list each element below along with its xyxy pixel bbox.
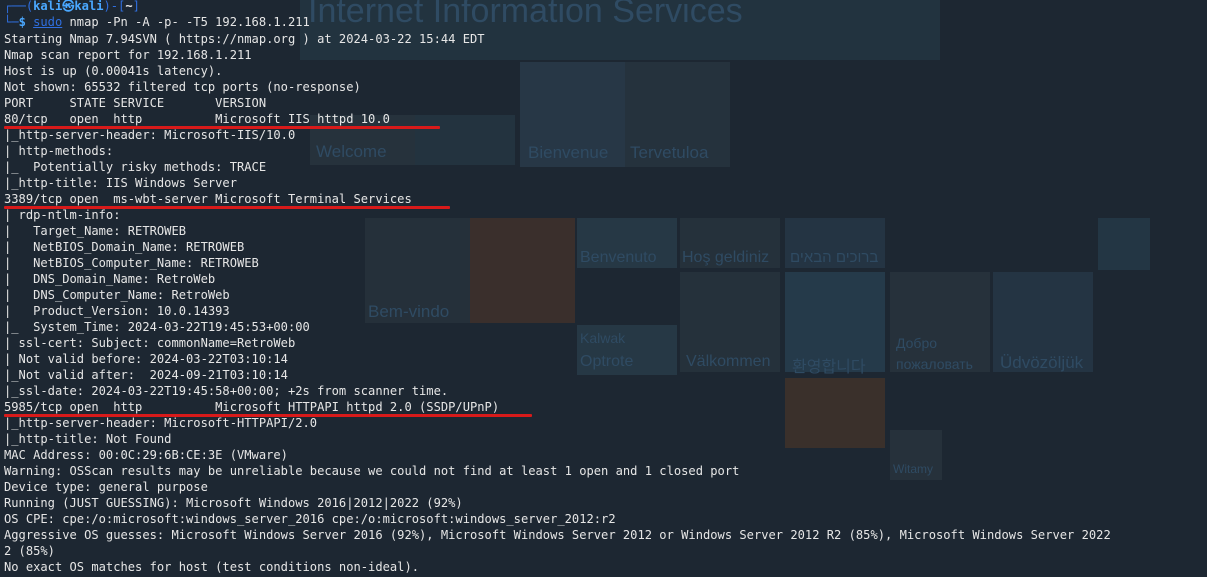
highlight-underline-port-5985 — [4, 414, 532, 417]
output-line: |_Not valid after: 2024-09-21T03:10:14 — [4, 368, 288, 382]
output-line: Not shown: 65532 filtered tcp ports (no-… — [4, 80, 361, 94]
output-line: | ssl-cert: Subject: commonName=RetroWeb — [4, 336, 296, 350]
output-line: PORT STATE SERVICE VERSION — [4, 96, 267, 110]
prompt-user: kali — [33, 0, 63, 13]
output-line: |_http-title: IIS Windows Server — [4, 176, 237, 190]
highlight-underline-port-80 — [4, 126, 440, 129]
output-line: |_http-server-header: Microsoft-IIS/10.0 — [4, 128, 296, 142]
terminal[interactable]: ┌──(kali㉿kali)-[~] └─$ sudo nmap -Pn -A … — [0, 0, 1207, 577]
output-line: 3389/tcp open ms-wbt-server Microsoft Te… — [4, 192, 412, 206]
output-line: Device type: general purpose — [4, 480, 208, 494]
output-line: Warning: OSScan results may be unreliabl… — [4, 464, 740, 478]
prompt-line-1: ┌──(kali㉿kali)-[~] — [4, 0, 140, 14]
output-line: 80/tcp open http Microsoft IIS httpd 10.… — [4, 112, 390, 126]
command-text[interactable]: nmap -Pn -A -p- -T5 192.168.1.211 — [70, 15, 310, 29]
output-line: |_ System_Time: 2024-03-22T19:45:53+00:0… — [4, 320, 310, 334]
output-line: 5985/tcp open http Microsoft HTTPAPI htt… — [4, 400, 500, 414]
output-line: |_ Potentially risky methods: TRACE — [4, 160, 267, 174]
prompt-at-symbol: ㉿ — [62, 0, 75, 13]
output-line: Aggressive OS guesses: Microsoft Windows… — [4, 528, 1111, 542]
prompt-corner-top: ┌── — [4, 0, 26, 13]
prompt-symbol: $ — [18, 15, 26, 29]
output-line: Host is up (0.00041s latency). — [4, 64, 223, 78]
output-line: |_http-server-header: Microsoft-HTTPAPI/… — [4, 416, 318, 430]
prompt-cwd: ~ — [125, 0, 133, 13]
output-line: Running (JUST GUESSING): Microsoft Windo… — [4, 496, 463, 510]
output-line: Nmap scan report for 192.168.1.211 — [4, 48, 252, 62]
prompt-dash: - — [110, 0, 119, 13]
output-line: | DNS_Computer_Name: RetroWeb — [4, 288, 230, 302]
output-line: |_ssl-date: 2024-03-22T19:45:58+00:00; +… — [4, 384, 449, 398]
output-line: | Product_Version: 10.0.14393 — [4, 304, 230, 318]
output-line: | NetBIOS_Domain_Name: RETROWEB — [4, 240, 245, 254]
output-line: | rdp-ntlm-info: — [4, 208, 121, 222]
output-line: | NetBIOS_Computer_Name: RETROWEB — [4, 256, 259, 270]
prompt-corner-bottom: └─ — [4, 15, 19, 29]
output-line: 2 (85%) — [4, 544, 55, 558]
prompt-close-paren: ) — [103, 0, 111, 13]
sudo-keyword: sudo — [33, 15, 63, 29]
output-line: | Target_Name: RETROWEB — [4, 224, 187, 238]
prompt-dir-close: ] — [132, 0, 140, 13]
prompt-line-2: └─$ sudo nmap -Pn -A -p- -T5 192.168.1.2… — [4, 14, 310, 30]
output-line: | http-methods: — [4, 144, 114, 158]
output-line: OS CPE: cpe:/o:microsoft:windows_server_… — [4, 512, 616, 526]
output-line: | DNS_Domain_Name: RetroWeb — [4, 272, 216, 286]
output-line: No exact OS matches for host (test condi… — [4, 560, 420, 574]
output-line: | Not valid before: 2024-03-22T03:10:14 — [4, 352, 288, 366]
highlight-underline-port-3389 — [4, 206, 450, 209]
prompt-host: kali — [74, 0, 104, 13]
output-line: Starting Nmap 7.94SVN ( https://nmap.org… — [4, 32, 485, 46]
output-line: |_http-title: Not Found — [4, 432, 172, 446]
output-line: MAC Address: 00:0C:29:6B:CE:3E (VMware) — [4, 448, 288, 462]
